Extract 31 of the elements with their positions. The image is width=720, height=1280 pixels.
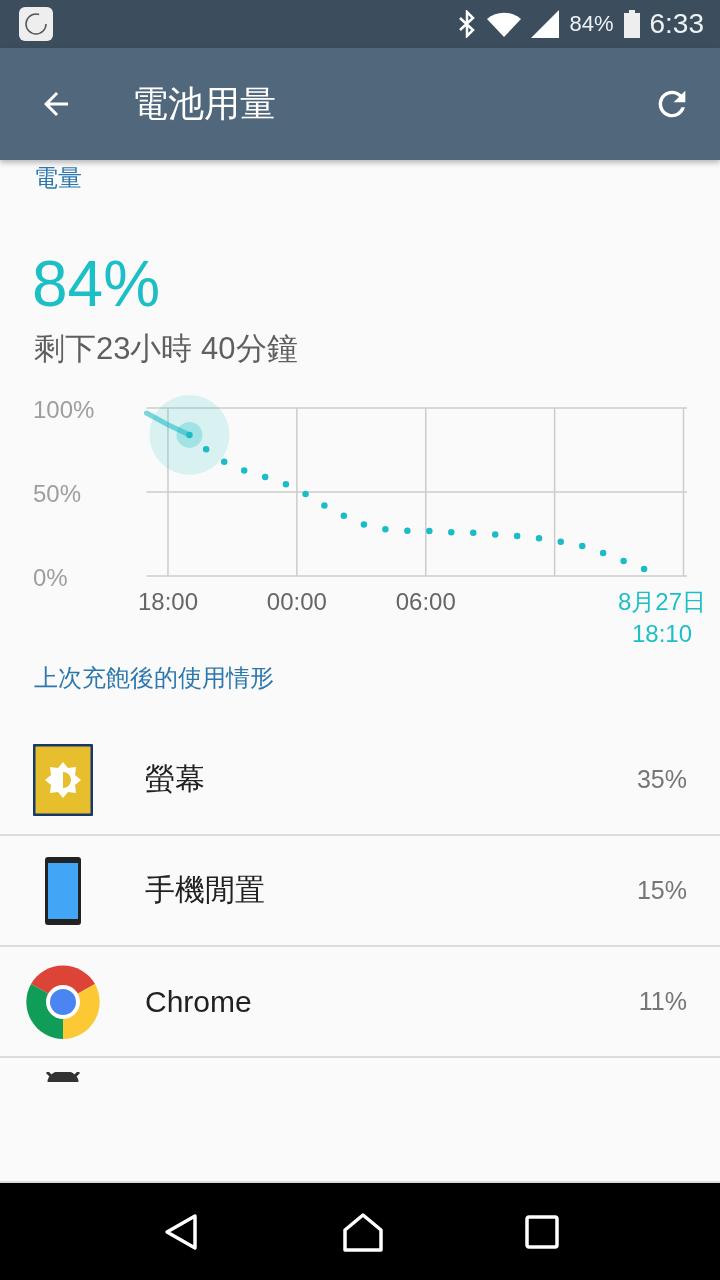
usage-row[interactable]: 螢幕 35%: [0, 725, 720, 836]
axis-label: 0%: [33, 563, 68, 591]
axis-label: 8月27日 18:10: [618, 587, 707, 647]
usage-row[interactable]: 手機閒置 15%: [0, 836, 720, 947]
usage-percent: 11%: [638, 987, 687, 1016]
phone-icon: [45, 856, 81, 925]
page-title: 電池用量: [132, 81, 277, 126]
usage-percent: 35%: [636, 765, 687, 794]
axis-label: 00:00: [266, 587, 327, 615]
axis-label: 06:00: [395, 587, 456, 615]
battery-level-text: 84%: [31, 251, 162, 316]
usage-name: 手機閒置: [145, 872, 266, 908]
usage-percent: 15%: [636, 876, 687, 905]
axis-label: 50%: [33, 479, 82, 507]
notification-app-icon: [19, 7, 53, 41]
axis-label: 18:00: [137, 587, 198, 615]
section-heading: 上次充飽後的使用情形: [33, 663, 275, 693]
battery-percent: 84%: [569, 11, 614, 37]
clock: 6:33: [649, 8, 704, 40]
wifi-icon: [487, 11, 522, 37]
usage-row[interactable]: Chrome 11%: [0, 947, 720, 1058]
robot-icon: [43, 1072, 83, 1082]
axis-label: 100%: [33, 395, 95, 423]
section-heading: 電量: [33, 162, 83, 193]
usage-name: Chrome: [145, 984, 253, 1019]
time-remaining: 剩下23小時 40分鐘: [33, 329, 299, 368]
signal-icon: [531, 10, 560, 38]
brightness-icon: [33, 743, 93, 816]
app-icon: [26, 964, 100, 1039]
battery-icon: [623, 10, 640, 38]
usage-name: 螢幕: [145, 761, 206, 797]
